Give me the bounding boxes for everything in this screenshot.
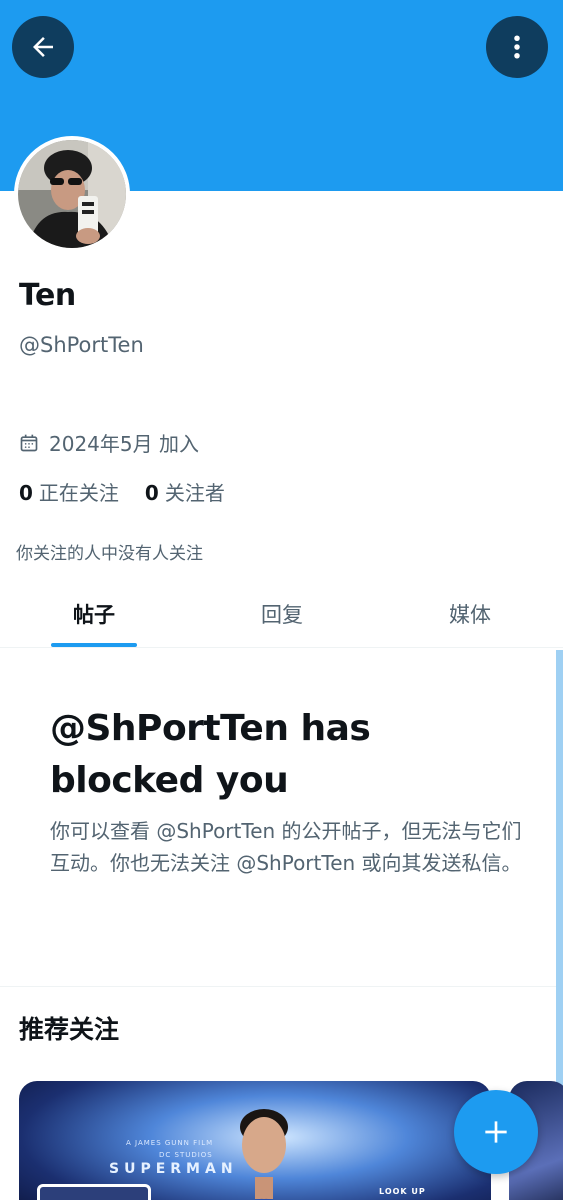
following-count: 0 (19, 481, 33, 505)
follow-stats: 0 正在关注 0 关注者 (19, 477, 225, 506)
more-vertical-icon (514, 35, 520, 59)
arrow-left-icon (33, 37, 53, 57)
recommended-card[interactable]: A JAMES GUNN FILM DC STUDIOS SUPERMAN LO… (19, 1081, 491, 1200)
followers-link[interactable]: 0 关注者 (145, 477, 225, 506)
followed-by-note: 你关注的人中没有人关注 (16, 544, 203, 564)
card-poster-figure (240, 1109, 288, 1200)
plus-icon (485, 1121, 507, 1143)
following-label: 正在关注 (38, 481, 119, 505)
card-title-text: SUPERMAN (109, 1161, 238, 1177)
tab-replies[interactable]: 回复 (238, 580, 326, 648)
tab-posts[interactable]: 帖子 (50, 580, 138, 648)
profile-name: Ten (19, 278, 76, 313)
card-tagline-text: LOOK UP (379, 1187, 426, 1196)
active-tab-indicator (51, 643, 137, 647)
joined-date: 2024年5月 加入 (19, 428, 199, 457)
profile-tabs: 帖子 回复 媒体 (0, 580, 563, 648)
card-studio-text: DC STUDIOS (159, 1151, 213, 1159)
profile-handle: @ShPortTen (19, 333, 144, 357)
following-link[interactable]: 0 正在关注 (19, 477, 119, 506)
followers-label: 关注者 (164, 481, 225, 505)
back-button[interactable] (12, 16, 74, 78)
recommended-title: 推荐关注 (19, 1015, 120, 1044)
followers-count: 0 (144, 481, 159, 505)
calendar-icon (20, 434, 38, 451)
card-credit-text: A JAMES GUNN FILM (126, 1139, 214, 1147)
section-divider (0, 986, 556, 987)
tab-media[interactable]: 媒体 (426, 580, 514, 648)
more-options-button[interactable] (486, 16, 548, 78)
blocked-title: @ShPortTen has blocked you (50, 708, 371, 801)
card-avatar-frame (37, 1184, 151, 1200)
compose-button[interactable] (454, 1090, 538, 1174)
avatar[interactable] (14, 136, 130, 252)
joined-text: 2024年5月 加入 (49, 432, 199, 456)
blocked-description: 你可以查看 @ShPortTen 的公开帖子，但无法与它们互动。你也无法关注 @… (50, 819, 522, 875)
